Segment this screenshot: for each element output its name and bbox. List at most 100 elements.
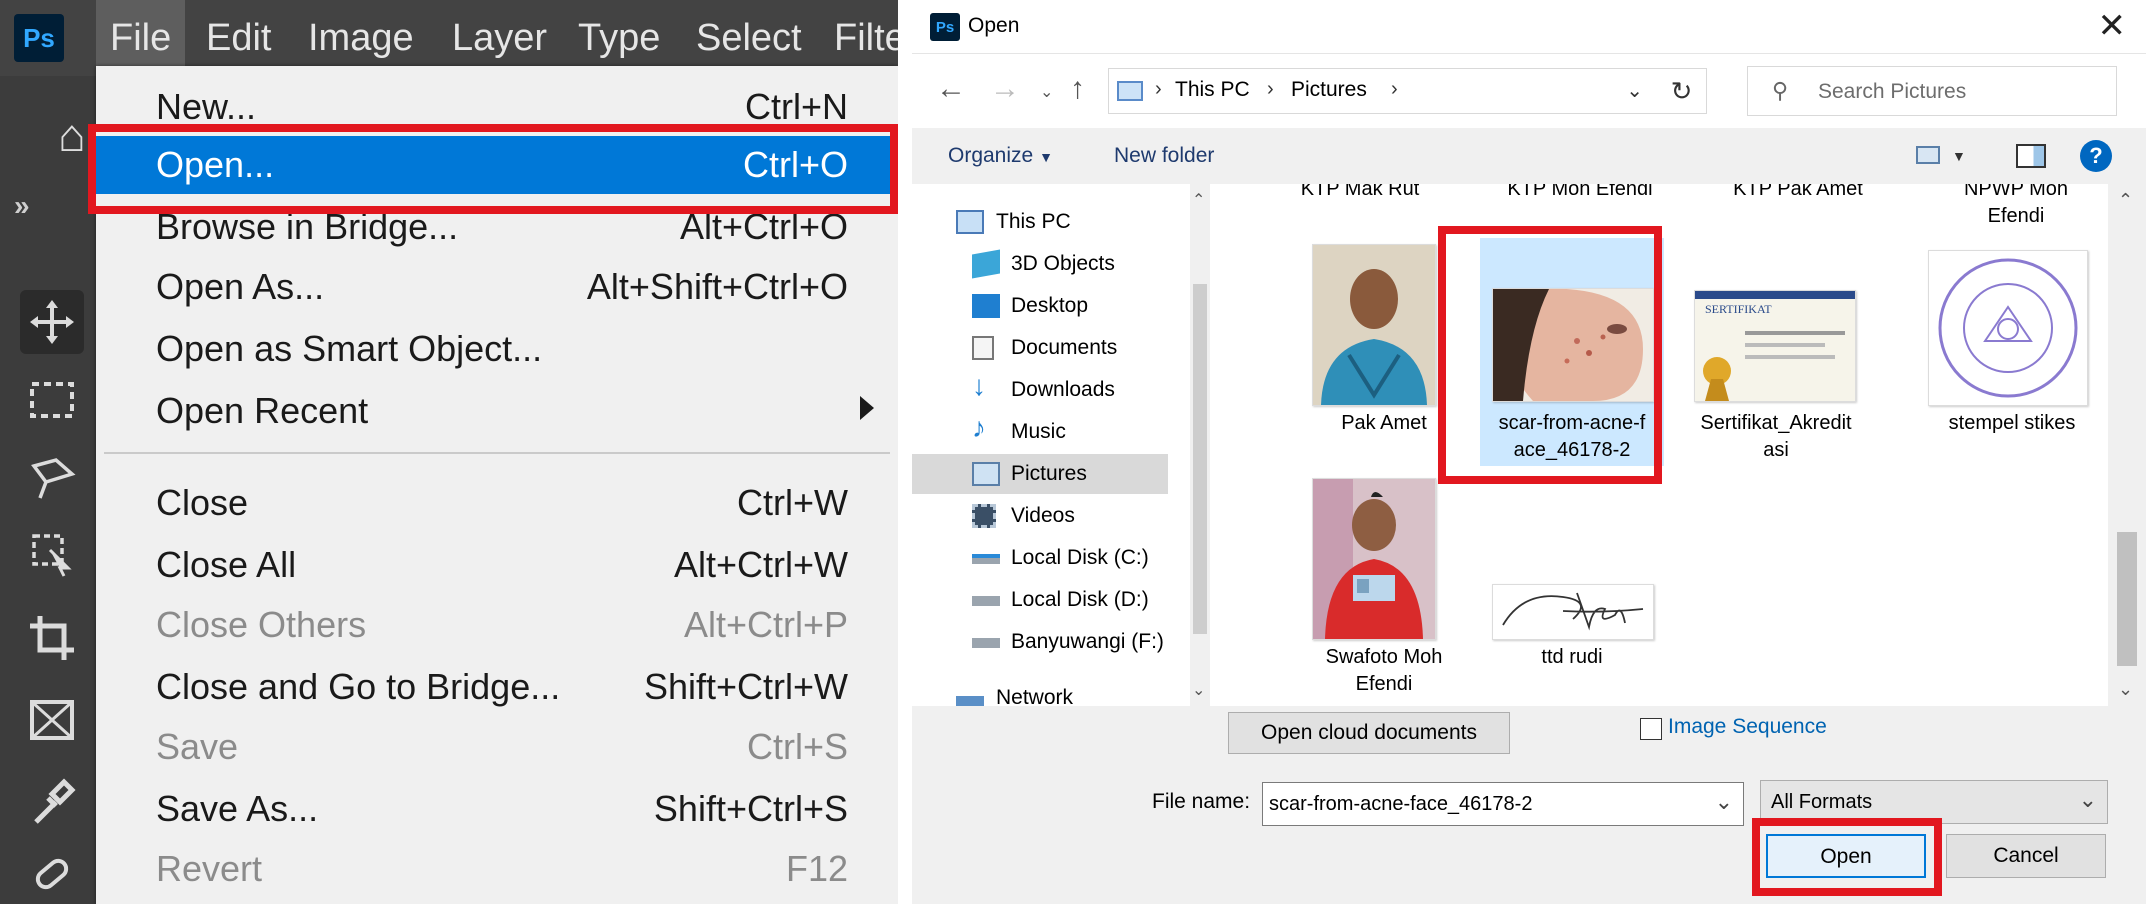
- search-icon: ⚲: [1772, 78, 1789, 103]
- nav-item-3d-objects[interactable]: 3D Objects: [912, 244, 1168, 284]
- file-item-ktp-mak-rut[interactable]: KTP Mak Rut: [1258, 184, 1462, 203]
- file-name-dropdown-icon[interactable]: ⌄: [1715, 789, 1733, 815]
- videos-icon: [972, 504, 996, 528]
- refresh-icon[interactable]: ↻: [1657, 68, 1707, 114]
- file-menu-dropdown: New... Ctrl+N Open... Ctrl+O Browse in Bri…: [96, 66, 898, 904]
- image-sequence-checkbox[interactable]: [1640, 718, 1662, 740]
- scroll-thumb[interactable]: [1193, 284, 1207, 634]
- file-item-ktp-pak-amet[interactable]: KTP Pak Amet: [1696, 184, 1900, 203]
- cancel-button[interactable]: Cancel: [1946, 834, 2106, 878]
- nav-item-desktop[interactable]: Desktop: [912, 286, 1168, 326]
- thumb-sertifikat[interactable]: SERTIFIKAT: [1694, 290, 1856, 402]
- file-name-input[interactable]: scar-from-acne-face_46178-2 ⌄: [1262, 782, 1744, 826]
- home-icon[interactable]: ⌂: [58, 108, 98, 161]
- help-icon[interactable]: ?: [2080, 140, 2112, 172]
- menu-image[interactable]: Image: [294, 0, 428, 76]
- menu-file[interactable]: File: [96, 0, 186, 76]
- thumb-pak-amet[interactable]: [1312, 244, 1436, 406]
- eyedropper-tool-icon[interactable]: [20, 770, 84, 834]
- search-input[interactable]: Search Pictures: [1818, 80, 1966, 104]
- nav-item-music[interactable]: ♪ Music: [912, 412, 1168, 452]
- scroll-thumb[interactable]: [2117, 532, 2137, 666]
- menu-select[interactable]: Select: [682, 0, 816, 76]
- up-arrow-icon[interactable]: ↑: [1070, 72, 1085, 106]
- menu-layer[interactable]: Layer: [438, 0, 561, 76]
- forward-arrow-icon[interactable]: →: [990, 72, 1020, 106]
- new-folder-button[interactable]: New folder: [1114, 144, 1214, 168]
- breadcrumb-separator-icon: ›: [1391, 78, 1398, 100]
- navigation-row: ← → ⌄ ↑ › This PC › Pictures › ⌄ ↻ ⚲ Sea…: [912, 54, 2146, 128]
- menu-item-close-all[interactable]: Close All Alt+Ctrl+W: [96, 536, 898, 594]
- menu-item-close-and-go-to-bridge[interactable]: Close and Go to Bridge... Shift+Ctrl+W: [96, 658, 898, 716]
- menu-item-browse-in-bridge[interactable]: Browse in Bridge... Alt+Ctrl+O: [96, 198, 898, 256]
- menu-item-open-smart-object[interactable]: Open as Smart Object...: [96, 320, 898, 378]
- menu-type[interactable]: Type: [564, 0, 674, 76]
- view-dropdown-icon[interactable]: ▼: [1952, 148, 1966, 164]
- menu-item-open[interactable]: Open... Ctrl+O: [96, 136, 898, 194]
- open-cloud-documents-button[interactable]: Open cloud documents: [1228, 712, 1510, 754]
- move-tool-icon[interactable]: [20, 290, 84, 354]
- file-item-npwp-moh-efendi[interactable]: NPWP Moh Efendi: [1914, 184, 2108, 230]
- nav-item-network[interactable]: Network: [912, 688, 1168, 706]
- close-icon[interactable]: ✕: [2098, 6, 2127, 46]
- menu-item-open-recent[interactable]: Open Recent: [96, 382, 898, 440]
- nav-item-local-disk-c[interactable]: Local Disk (C:): [912, 538, 1168, 578]
- nav-item-this-pc[interactable]: This PC: [912, 202, 1168, 242]
- menu-filter[interactable]: Filte: [820, 0, 898, 76]
- file-type-value: All Formats: [1771, 791, 1873, 813]
- organize-button[interactable]: Organize ▼: [948, 144, 1053, 168]
- menu-item-close[interactable]: Close Ctrl+W: [96, 474, 898, 532]
- file-type-dropdown-icon[interactable]: ⌄: [2079, 787, 2097, 813]
- scroll-up-icon[interactable]: ⌃: [2118, 190, 2133, 211]
- collapse-panel-icon[interactable]: »: [14, 190, 30, 222]
- thumb-scar-from-acne[interactable]: [1492, 288, 1654, 402]
- crop-tool-icon[interactable]: [20, 606, 84, 670]
- lasso-tool-icon[interactable]: [20, 446, 84, 510]
- thumb-ttd-rudi[interactable]: [1492, 584, 1654, 640]
- address-dropdown-icon[interactable]: ⌄: [1626, 78, 1643, 103]
- organize-dropdown-icon: ▼: [1039, 149, 1053, 165]
- file-name-scar-from-acne: scar-from-acne-f ace_46178-2: [1498, 412, 1646, 461]
- nav-label: Music: [1011, 420, 1066, 443]
- menu-item-save-as[interactable]: Save As... Shift+Ctrl+S: [96, 780, 898, 838]
- nav-label: Desktop: [1011, 294, 1089, 317]
- thumb-swafoto[interactable]: [1312, 478, 1436, 640]
- nav-item-documents[interactable]: Documents: [912, 328, 1168, 368]
- nav-label: Documents: [1011, 336, 1118, 359]
- navigation-scrollbar[interactable]: ⌃ ⌄: [1190, 184, 1210, 706]
- nav-label: Network: [996, 688, 1074, 706]
- menu-item-new[interactable]: New... Ctrl+N: [96, 78, 898, 136]
- recent-locations-chevron-icon[interactable]: ⌄: [1040, 82, 1053, 102]
- nav-item-banyuwangi-f[interactable]: Banyuwangi (F:): [912, 622, 1168, 662]
- menu-item-open-as[interactable]: Open As... Alt+Shift+Ctrl+O: [96, 258, 898, 316]
- nav-item-videos[interactable]: Videos: [912, 496, 1168, 536]
- search-box[interactable]: ⚲ Search Pictures: [1747, 66, 2117, 116]
- menu-edit[interactable]: Edit: [192, 0, 285, 76]
- nav-item-local-disk-d[interactable]: Local Disk (D:): [912, 580, 1168, 620]
- nav-item-pictures[interactable]: Pictures: [912, 454, 1168, 494]
- nav-item-downloads[interactable]: ↓ Downloads: [912, 370, 1168, 410]
- healing-brush-icon[interactable]: [20, 850, 84, 904]
- back-arrow-icon[interactable]: ←: [936, 72, 966, 106]
- scroll-down-icon[interactable]: ⌄: [1192, 680, 1205, 700]
- thumb-stempel-stikes[interactable]: [1928, 250, 2088, 406]
- file-type-select[interactable]: All Formats ⌄: [1760, 780, 2108, 824]
- breadcrumb-pictures[interactable]: Pictures: [1291, 78, 1367, 102]
- file-item-ktp-moh-efendi[interactable]: KTP Moh Efendi: [1478, 184, 1682, 203]
- file-list-scrollbar[interactable]: ⌃ ⌄: [2108, 184, 2146, 706]
- scroll-down-icon[interactable]: ⌄: [2118, 679, 2133, 700]
- drive-icon: [972, 596, 1000, 606]
- open-button[interactable]: Open: [1766, 834, 1926, 878]
- preview-pane-icon[interactable]: [2016, 144, 2046, 168]
- menu-separator: [104, 452, 890, 454]
- marquee-tool-icon[interactable]: [20, 368, 84, 432]
- object-select-tool-icon[interactable]: [20, 522, 84, 586]
- frame-tool-icon[interactable]: [20, 688, 84, 752]
- scroll-up-icon[interactable]: ⌃: [1192, 190, 1205, 210]
- image-sequence-label[interactable]: Image Sequence: [1668, 715, 1827, 739]
- address-bar[interactable]: › This PC › Pictures › ⌄: [1108, 68, 1658, 114]
- view-mode-icon[interactable]: [1916, 146, 1940, 164]
- command-bar: Organize ▼ New folder ▼ ?: [912, 128, 2146, 184]
- dialog-footer: Open cloud documents Image Sequence File…: [912, 706, 2146, 904]
- breadcrumb-this-pc[interactable]: This PC: [1175, 78, 1250, 102]
